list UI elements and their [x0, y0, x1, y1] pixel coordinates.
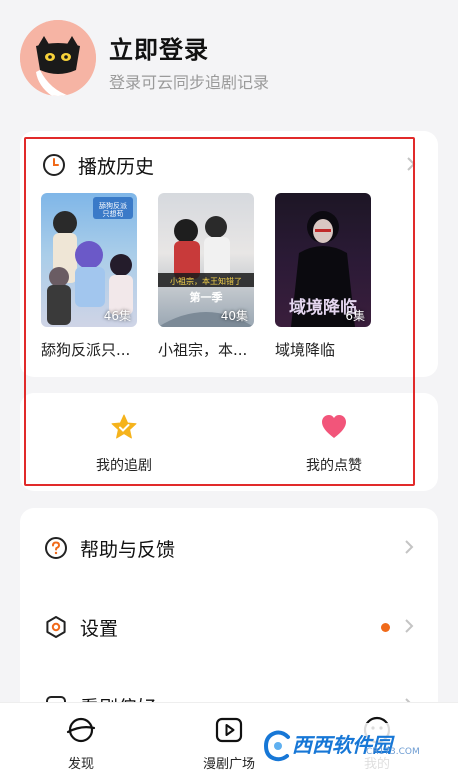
heart-icon — [322, 415, 346, 438]
my-likes-button[interactable]: 我的点赞 — [274, 413, 394, 475]
login-subtitle: 登录可云同步追剧记录 — [109, 73, 270, 92]
history-cover[interactable]: 小祖宗，本王知错了 第一季 40集 — [158, 193, 254, 327]
history-cover[interactable]: 域境降临 6集 — [275, 193, 371, 327]
clock-icon — [43, 154, 65, 176]
nav-discover-label: 发现 — [67, 757, 94, 772]
chevron-right-icon — [405, 540, 414, 554]
help-feedback-label: 帮助与反馈 — [80, 538, 176, 561]
gear-icon — [46, 616, 66, 638]
settings-card: 帮助与反馈 设置 看剧偏好 — [20, 508, 438, 728]
svg-text:只想苟: 只想苟 — [103, 209, 124, 218]
history-cover[interactable]: 舔狗反派 只想苟 46集 — [41, 193, 137, 327]
cat-avatar-icon — [20, 20, 96, 96]
episode-count: 6集 — [345, 309, 365, 323]
episode-count: 46集 — [103, 309, 131, 323]
my-follows-label: 我的追剧 — [96, 458, 152, 474]
favorites-card: 我的追剧 我的点赞 — [20, 393, 438, 491]
settings-row[interactable]: 设置 — [20, 607, 438, 647]
nav-discover[interactable]: 发现 — [41, 715, 121, 772]
watermark-logo-icon — [263, 730, 290, 762]
star-icon — [111, 414, 137, 439]
history-card: 播放历史 舔狗反派 只想苟 46集 舔狗反派只... 小祖宗，本王知错了 第一季… — [20, 131, 438, 377]
help-feedback-row[interactable]: 帮助与反馈 — [20, 528, 438, 568]
my-follows-button[interactable]: 我的追剧 — [64, 413, 184, 475]
login-header[interactable]: 立即登录 登录可云同步追剧记录 — [20, 20, 440, 100]
svg-text:舔狗反派: 舔狗反派 — [99, 201, 127, 210]
history-item-title[interactable]: 小祖宗，本... — [158, 339, 247, 360]
svg-text:小祖宗，本王知错了: 小祖宗，本王知错了 — [170, 276, 242, 286]
episode-count: 40集 — [220, 309, 248, 323]
settings-label: 设置 — [80, 617, 119, 640]
chevron-right-icon[interactable] — [406, 157, 416, 171]
login-title[interactable]: 立即登录 — [109, 30, 209, 65]
play-icon — [215, 717, 243, 743]
history-title: 播放历史 — [78, 155, 155, 178]
my-likes-label: 我的点赞 — [306, 458, 362, 474]
planet-icon — [66, 717, 96, 743]
chevron-right-icon — [405, 619, 414, 633]
svg-text:第一季: 第一季 — [190, 290, 224, 304]
history-item-title[interactable]: 舔狗反派只... — [41, 339, 130, 360]
history-header[interactable]: 播放历史 — [42, 151, 154, 179]
question-icon — [45, 537, 67, 559]
avatar[interactable] — [20, 20, 96, 96]
history-item-title[interactable]: 域境降临 — [275, 339, 335, 360]
watermark-url: CR173.COM — [366, 747, 420, 757]
watermark: 西西软件园 CR173.COM — [256, 723, 452, 769]
notification-dot — [381, 623, 390, 632]
